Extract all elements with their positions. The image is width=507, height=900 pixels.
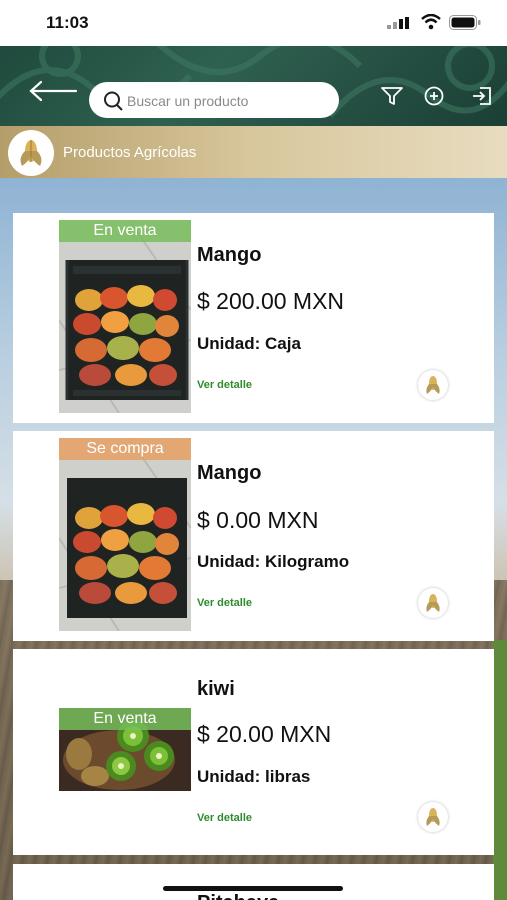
product-name: Mango <box>197 462 262 484</box>
top-bar <box>0 46 507 126</box>
search-field[interactable] <box>89 82 339 120</box>
product-unit: Unidad: Caja <box>197 334 301 353</box>
product-category-badge <box>418 588 448 618</box>
product-price: $ 0.00 MXN <box>197 507 319 533</box>
search-icon <box>104 91 123 111</box>
product-card[interactable]: Pitahaya <box>13 864 494 900</box>
battery-icon <box>449 15 481 30</box>
status-tag: En venta <box>59 708 191 730</box>
corn-icon <box>426 594 440 612</box>
wifi-icon <box>421 14 441 30</box>
product-price: $ 200.00 MXN <box>197 288 345 314</box>
corn-icon <box>426 376 440 394</box>
product-card[interactable]: Se compra Mango $ 0.00 MXN Unidad: Kilog… <box>13 431 494 641</box>
product-card[interactable]: En venta Mango $ 200.00 MXN Unidad: Caja… <box>13 213 494 423</box>
view-detail-link[interactable]: Ver detalle <box>197 379 252 391</box>
category-logo <box>8 130 54 176</box>
product-card[interactable]: En venta kiwi $ 20.00 MXN Unidad: libras… <box>13 649 494 855</box>
status-tag: En venta <box>59 220 191 242</box>
cellular-signal-icon <box>387 17 409 29</box>
product-name: kiwi <box>197 678 235 700</box>
status-bar: 11:03 <box>0 0 507 46</box>
product-name: Mango <box>197 244 262 266</box>
product-image: En venta <box>59 220 191 413</box>
category-bar: Productos Agrícolas <box>0 126 507 178</box>
status-time: 11:03 <box>46 13 89 32</box>
product-name: Pitahaya <box>197 892 279 900</box>
search-input[interactable] <box>125 82 329 120</box>
view-detail-link[interactable]: Ver detalle <box>197 597 252 609</box>
product-unit: Unidad: Kilogramo <box>197 552 350 571</box>
view-detail-link[interactable]: Ver detalle <box>197 812 252 824</box>
background-grass <box>493 640 507 900</box>
product-category-badge <box>418 370 448 400</box>
home-indicator[interactable] <box>163 886 343 891</box>
product-image: En venta <box>59 708 191 791</box>
filter-icon[interactable] <box>380 86 404 106</box>
product-price: $ 20.00 MXN <box>197 721 332 747</box>
product-category-badge <box>418 802 448 832</box>
corn-icon <box>20 140 42 166</box>
product-image: Se compra <box>59 438 191 631</box>
back-arrow-icon[interactable] <box>28 80 78 102</box>
category-label: Productos Agrícolas <box>63 144 197 161</box>
logout-icon[interactable] <box>471 86 493 108</box>
status-tag: Se compra <box>59 438 191 460</box>
product-unit: Unidad: libras <box>197 767 311 786</box>
corn-icon <box>426 808 440 826</box>
add-circle-icon[interactable] <box>423 86 445 108</box>
